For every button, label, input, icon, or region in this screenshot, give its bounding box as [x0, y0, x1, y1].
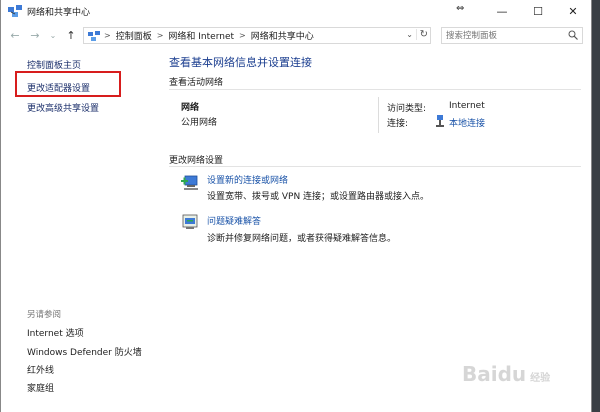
ethernet-icon	[436, 115, 444, 127]
access-type-label: 访问类型:	[387, 104, 427, 114]
change-settings-heading: 更改网络设置	[169, 156, 224, 166]
access-type-value: Internet	[449, 101, 485, 111]
troubleshoot-problems-description: 诊断并修复网络问题，或者获得疑难解答信息。	[207, 234, 397, 244]
network-type: 公用网络	[181, 118, 218, 128]
page-title: 查看基本网络信息并设置连接	[169, 56, 312, 69]
baidu-watermark: Baidu 经验	[462, 362, 551, 386]
breadcrumb-separator: >	[156, 31, 164, 40]
breadcrumb-control-panel[interactable]: 控制面板	[116, 29, 152, 42]
see-also-link-homegroup[interactable]: 家庭组	[27, 381, 54, 394]
maximize-button[interactable]: ☐	[520, 0, 556, 22]
title-bar: 网络和共享中心 ⇔ — ☐ ✕	[1, 0, 591, 22]
navigation-bar: ← → ⌄ ↑ > 控制面板 > 网络和 Internet > 网络和共享中心 …	[1, 24, 591, 46]
forward-button[interactable]: →	[27, 27, 43, 43]
sidebar-link-advanced-sharing-settings[interactable]: 更改高级共享设置	[27, 101, 99, 114]
setup-new-connection-link[interactable]: 设置新的连接或网络	[207, 173, 288, 186]
see-also-link-infrared[interactable]: 红外线	[27, 363, 54, 376]
network-info-divider	[378, 97, 379, 133]
section-divider	[169, 166, 581, 167]
see-also-link-windows-defender-firewall[interactable]: Windows Defender 防火墙	[27, 345, 142, 358]
active-networks-heading: 查看活动网络	[169, 78, 224, 88]
address-dropdown-icon[interactable]: ⌄	[406, 30, 413, 39]
control-panel-window: 网络和共享中心 ⇔ — ☐ ✕ ← → ⌄ ↑ > 控制面板 > 网络和 Int…	[0, 0, 592, 412]
back-button[interactable]: ←	[7, 27, 23, 43]
search-icon[interactable]	[568, 30, 578, 40]
see-also-link-internet-options[interactable]: Internet 选项	[27, 326, 84, 339]
up-button[interactable]: ↑	[63, 27, 79, 43]
close-button[interactable]: ✕	[555, 0, 591, 22]
connections-label: 连接:	[387, 119, 409, 129]
see-also-heading: 另请参阅	[27, 310, 62, 320]
minimize-button[interactable]: —	[484, 0, 520, 22]
highlight-annotation	[15, 71, 121, 97]
section-divider	[169, 89, 581, 90]
breadcrumb-separator: >	[239, 31, 246, 40]
breadcrumb-network-sharing-center[interactable]: 网络和共享中心	[251, 29, 314, 42]
address-bar[interactable]: > 控制面板 > 网络和 Internet > 网络和共享中心 ⌄ ↻	[83, 27, 431, 44]
troubleshoot-problems-link[interactable]: 问题疑难解答	[207, 214, 261, 227]
window-title: 网络和共享中心	[27, 8, 91, 18]
network-center-icon	[8, 5, 22, 17]
search-box[interactable]	[441, 27, 583, 44]
refresh-button[interactable]: ↻	[415, 29, 428, 40]
setup-new-connection-description: 设置宽带、拨号或 VPN 连接；或设置路由器或接入点。	[207, 192, 430, 202]
sidebar-link-control-panel-home[interactable]: 控制面板主页	[27, 58, 81, 71]
troubleshoot-icon	[182, 214, 198, 229]
search-input[interactable]	[446, 29, 564, 43]
sidebar: 控制面板主页 更改适配器设置 更改高级共享设置 另请参阅 Internet 选项…	[1, 47, 161, 412]
resize-arrows-icon: ⇔	[456, 3, 465, 14]
breadcrumb-network-internet[interactable]: 网络和 Internet	[168, 29, 234, 42]
control-panel-icon	[88, 30, 100, 41]
new-connection-icon	[181, 175, 198, 190]
network-name: 网络	[181, 103, 200, 113]
local-connection-link[interactable]: 本地连接	[449, 116, 485, 129]
recent-locations-dropdown[interactable]: ⌄	[45, 27, 61, 43]
breadcrumb-separator: >	[104, 31, 111, 40]
